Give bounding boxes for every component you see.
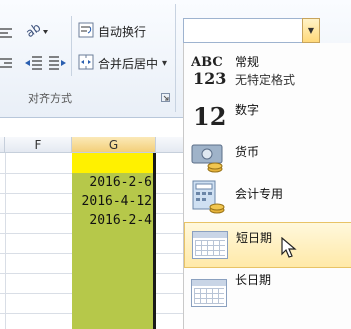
accounting-icon: [191, 179, 227, 218]
merge-center-icon: [78, 54, 94, 73]
calendar-icon: [192, 231, 228, 259]
dialog-launcher-icon[interactable]: [161, 92, 171, 102]
menu-item-long-date[interactable]: 长日期: [184, 267, 351, 313]
wrap-text-label: 自动换行: [98, 24, 147, 39]
abc-123-icon: ABC 123: [190, 53, 227, 90]
column-header-g[interactable]: G: [72, 137, 156, 153]
align-right-icon[interactable]: [0, 56, 14, 70]
merge-center-label: 合并后居中: [98, 56, 159, 71]
row-gridline: [0, 213, 72, 214]
align-left-icon[interactable]: [0, 26, 14, 40]
row-gridline: [0, 193, 72, 194]
row-gridline: [0, 313, 72, 314]
decrease-indent-icon[interactable]: [24, 54, 44, 72]
selection-border: [153, 153, 156, 329]
cell-g-date-3[interactable]: 2016-2-4: [72, 213, 152, 228]
menu-item-currency-label: 货币: [235, 145, 260, 159]
menu-item-accounting-label: 会计专用: [235, 187, 284, 201]
number-format-dropdown: ABC 123 常规 无特定格式 12 数字 货币 会计专用 短日期 长日期: [183, 43, 351, 329]
row-gridline: [0, 173, 72, 174]
group-label-alignment: 对齐方式: [28, 92, 72, 105]
menu-item-long-date-label: 长日期: [235, 273, 272, 287]
number-12-icon: 12: [191, 99, 227, 132]
column-header-f[interactable]: F: [5, 137, 72, 153]
number-format-combobox[interactable]: [183, 18, 320, 43]
cell-g-date-1[interactable]: 2016-2-6: [72, 175, 152, 190]
ribbon-separator: [71, 16, 72, 76]
wrap-text-button[interactable]: 自动换行: [78, 20, 146, 42]
increase-indent-icon[interactable]: [48, 54, 68, 72]
menu-item-general-label: 常规: [235, 55, 260, 69]
chevron-down-icon[interactable]: ▾: [162, 58, 167, 69]
chevron-down-icon[interactable]: ▼: [302, 18, 320, 43]
menu-item-short-date-label: 短日期: [236, 231, 273, 245]
active-cell[interactable]: [72, 153, 156, 173]
merge-center-button[interactable]: 合并后居中 ▾: [78, 52, 167, 74]
row-gridline: [0, 273, 72, 274]
column-gridline: [5, 153, 6, 329]
menu-item-general-desc: 无特定格式: [235, 73, 296, 87]
svg-text:ABC: ABC: [191, 55, 223, 70]
row-gridline: [0, 253, 72, 254]
menu-item-number-label: 数字: [235, 103, 260, 117]
menu-item-accounting[interactable]: 会计专用: [184, 179, 351, 225]
calendar-icon: [191, 279, 227, 307]
cell-g-date-2[interactable]: 2016-4-12: [72, 194, 152, 209]
menu-item-general[interactable]: ABC 123 常规 无特定格式: [184, 49, 351, 95]
row-gridline: [0, 233, 72, 234]
svg-text:12: 12: [193, 102, 226, 129]
svg-text:ab: ab: [24, 22, 43, 40]
menu-item-number[interactable]: 12 数字: [184, 95, 351, 141]
ribbon-group-separator: [175, 4, 176, 112]
currency-icon: [191, 141, 227, 178]
wrap-text-icon: [78, 22, 94, 41]
orientation-icon[interactable]: ab: [23, 20, 50, 40]
svg-text:123: 123: [193, 69, 226, 87]
worksheet: F G 2016-2-6 2016-4-12 2016-2-4: [0, 118, 200, 329]
menu-item-short-date[interactable]: 短日期: [184, 222, 351, 268]
row-gridline: [0, 293, 72, 294]
mouse-cursor-icon: [281, 236, 297, 262]
